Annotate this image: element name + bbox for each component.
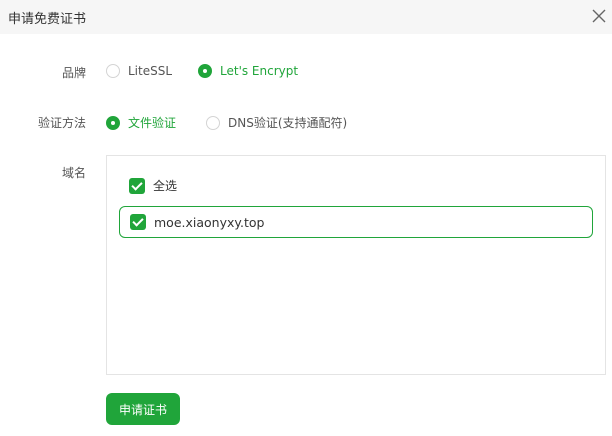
method-label: 验证方法 [37, 116, 86, 130]
checkmark-icon[interactable] [129, 177, 145, 194]
radio-icon[interactable] [206, 115, 220, 130]
brand-option-letsencrypt[interactable]: Let's Encrypt [198, 64, 298, 78]
select-all-checkbox[interactable]: 全选 [129, 177, 177, 194]
domain-label: 域名 [61, 166, 86, 180]
method-option-dns[interactable]: DNS验证(支持通配符) [206, 114, 347, 131]
brand-option-label: LiteSSL [128, 64, 173, 78]
domain-name: moe.xiaonyxy.top [154, 214, 265, 230]
brand-option-label: Let's Encrypt [220, 64, 299, 78]
brand-option-litessl[interactable]: LiteSSL [106, 64, 172, 78]
domain-list-item[interactable]: moe.xiaonyxy.top [119, 206, 593, 238]
select-all-label: 全选 [153, 179, 178, 193]
close-icon[interactable] [590, 7, 608, 25]
domain-checkbox[interactable]: moe.xiaonyxy.top [130, 214, 264, 230]
brand-label: 品牌 [61, 66, 86, 80]
apply-certificate-button[interactable]: 申请证书 [106, 393, 180, 425]
dialog-titlebar: 申请免费证书 [0, 0, 612, 34]
method-option-label: 文件验证 [128, 116, 177, 130]
radio-checked-icon[interactable] [198, 64, 212, 78]
dialog-title: 申请免费证书 [8, 12, 87, 27]
method-option-label: DNS验证(支持通配符) [228, 116, 348, 130]
radio-checked-icon[interactable] [106, 115, 120, 130]
domain-list [106, 155, 606, 375]
method-option-file[interactable]: 文件验证 [106, 114, 176, 131]
checkmark-icon[interactable] [130, 214, 146, 230]
radio-icon[interactable] [106, 64, 120, 78]
